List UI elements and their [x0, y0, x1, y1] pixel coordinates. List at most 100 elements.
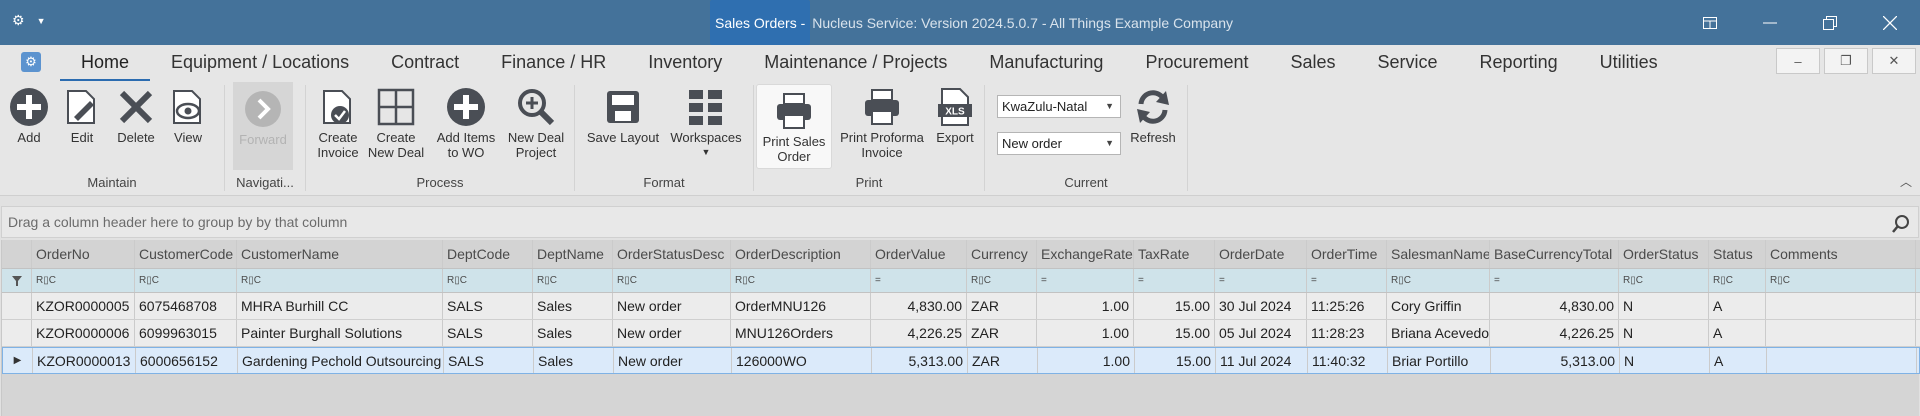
- refresh-button[interactable]: Refresh: [1125, 84, 1181, 145]
- filter-cell-exchange-rate[interactable]: =: [1037, 269, 1134, 292]
- cell-order-no[interactable]: KZOR0000005: [32, 293, 135, 319]
- cell-dept-name[interactable]: Sales: [533, 320, 613, 346]
- filter-cell-dept-code[interactable]: R▯C: [443, 269, 533, 292]
- child-close-button[interactable]: ✕: [1872, 48, 1916, 74]
- cell-order-value[interactable]: 4,226.25: [871, 320, 967, 346]
- cell-currency[interactable]: ZAR: [967, 320, 1037, 346]
- cell-salesman-name[interactable]: Cory Griffin: [1387, 293, 1490, 319]
- cell-dept-name[interactable]: Sales: [534, 348, 614, 373]
- order-status-select[interactable]: New order ▼: [997, 132, 1121, 155]
- cell-order-status-desc[interactable]: New order: [614, 348, 732, 373]
- filter-cell-salesman-name[interactable]: R▯C: [1387, 269, 1490, 292]
- filter-cell-order-date[interactable]: =: [1215, 269, 1307, 292]
- cell-base-currency-total[interactable]: 5,313.00: [1491, 348, 1620, 373]
- cell-order-value[interactable]: 5,313.00: [872, 348, 968, 373]
- cell-currency[interactable]: ZAR: [968, 348, 1038, 373]
- column-header-order-value[interactable]: OrderValue: [871, 240, 967, 268]
- cell-customer-name[interactable]: MHRA Burhill CC: [237, 293, 443, 319]
- column-header-order-description[interactable]: OrderDescription: [731, 240, 871, 268]
- cell-dept-code[interactable]: SALS: [443, 320, 533, 346]
- filter-cell-order-value[interactable]: =: [871, 269, 967, 292]
- cell-exchange-rate[interactable]: 1.00: [1037, 293, 1134, 319]
- cell-currency[interactable]: ZAR: [967, 293, 1037, 319]
- row-pointer-icon[interactable]: ▶: [3, 348, 33, 373]
- table-row[interactable]: ▶ KZOR0000013 6000656152 Gardening Pechold …: [2, 347, 1920, 374]
- tab-home[interactable]: Home: [60, 45, 151, 81]
- cell-order-no[interactable]: KZOR0000006: [32, 320, 135, 346]
- column-header-comments[interactable]: Comments: [1766, 240, 1916, 268]
- column-header-order-date[interactable]: OrderDate: [1215, 240, 1307, 268]
- filter-cell-comments[interactable]: R▯C: [1766, 269, 1916, 292]
- cell-dept-code[interactable]: SALS: [444, 348, 534, 373]
- filter-cell-order-description[interactable]: R▯C: [731, 269, 871, 292]
- filter-cell-dept-name[interactable]: R▯C: [533, 269, 613, 292]
- group-by-panel[interactable]: Drag a column header here to group by by…: [1, 206, 1919, 238]
- tab-reporting[interactable]: Reporting: [1459, 45, 1579, 81]
- cell-order-description[interactable]: 126000WO: [732, 348, 872, 373]
- edit-button[interactable]: Edit: [62, 84, 102, 145]
- cell-order-date[interactable]: 30 Jul 2024: [1215, 293, 1307, 319]
- tab-manufacturing[interactable]: Manufacturing: [968, 45, 1124, 81]
- print-proforma-invoice-button[interactable]: Print Proforma Invoice: [836, 84, 928, 160]
- column-header-dept-code[interactable]: DeptCode: [443, 240, 533, 268]
- column-header-order-time[interactable]: OrderTime: [1307, 240, 1387, 268]
- create-new-deal-button[interactable]: Create New Deal: [366, 84, 426, 160]
- column-header-customer-code[interactable]: CustomerCode: [135, 240, 237, 268]
- filter-cell-currency[interactable]: R▯C: [967, 269, 1037, 292]
- tab-inventory[interactable]: Inventory: [627, 45, 743, 81]
- column-header-currency[interactable]: Currency: [967, 240, 1037, 268]
- column-header-salesman-name[interactable]: SalesmanName: [1387, 240, 1490, 268]
- cell-order-status-desc[interactable]: New order: [613, 293, 731, 319]
- delete-button[interactable]: Delete: [114, 84, 158, 145]
- cell-status[interactable]: A: [1709, 320, 1766, 346]
- export-button[interactable]: XLS Export: [932, 84, 978, 145]
- cell-order-time[interactable]: 11:25:26: [1307, 293, 1387, 319]
- cell-order-value[interactable]: 4,830.00: [871, 293, 967, 319]
- cell-customer-code[interactable]: 6075468708: [135, 293, 237, 319]
- region-select[interactable]: KwaZulu-Natal ▼: [997, 95, 1121, 118]
- cell-order-status-desc[interactable]: New order: [613, 320, 731, 346]
- cell-dept-code[interactable]: SALS: [443, 293, 533, 319]
- print-sales-order-button[interactable]: Print Sales Order: [756, 84, 832, 169]
- cell-base-currency-total[interactable]: 4,226.25: [1490, 320, 1619, 346]
- filter-cell-customer-code[interactable]: R▯C: [135, 269, 237, 292]
- cell-order-time[interactable]: 11:40:32: [1308, 348, 1388, 373]
- cell-dept-name[interactable]: Sales: [533, 293, 613, 319]
- cell-order-no[interactable]: KZOR0000013: [33, 348, 136, 373]
- close-button[interactable]: [1860, 0, 1920, 45]
- tab-equipment-locations[interactable]: Equipment / Locations: [150, 45, 370, 81]
- new-deal-project-button[interactable]: New Deal Project: [504, 84, 568, 160]
- cell-order-date[interactable]: 05 Jul 2024: [1215, 320, 1307, 346]
- add-button[interactable]: Add: [9, 84, 49, 145]
- create-invoice-button[interactable]: Create Invoice: [314, 84, 362, 160]
- tab-sales[interactable]: Sales: [1269, 45, 1356, 81]
- filter-cell-customer-name[interactable]: R▯C: [237, 269, 443, 292]
- layout-icon[interactable]: [1680, 0, 1740, 45]
- tab-maintenance-projects[interactable]: Maintenance / Projects: [743, 45, 968, 81]
- column-header-order-status[interactable]: OrderStatus: [1619, 240, 1709, 268]
- cell-status[interactable]: A: [1709, 293, 1766, 319]
- tab-utilities[interactable]: Utilities: [1579, 45, 1679, 81]
- child-minimize-button[interactable]: –: [1776, 48, 1820, 74]
- child-restore-button[interactable]: ❐: [1824, 48, 1868, 74]
- row-indicator[interactable]: [2, 293, 32, 319]
- minimize-button[interactable]: [1740, 0, 1800, 45]
- save-layout-button[interactable]: Save Layout: [583, 84, 663, 145]
- cell-customer-code[interactable]: 6099963015: [135, 320, 237, 346]
- cell-order-status[interactable]: N: [1619, 293, 1709, 319]
- filter-cell-tax-rate[interactable]: =: [1134, 269, 1215, 292]
- filter-icon[interactable]: [2, 269, 32, 292]
- workspaces-button[interactable]: Workspaces ▼: [667, 84, 745, 160]
- tab-contract[interactable]: Contract: [370, 45, 480, 81]
- add-items-to-wo-button[interactable]: Add Items to WO: [434, 84, 498, 160]
- cell-order-status[interactable]: N: [1619, 320, 1709, 346]
- cell-exchange-rate[interactable]: 1.00: [1038, 348, 1135, 373]
- gear-icon[interactable]: ⚙: [12, 12, 25, 29]
- cell-order-time[interactable]: 11:28:23: [1307, 320, 1387, 346]
- column-header-status[interactable]: Status: [1709, 240, 1766, 268]
- chevron-down-icon[interactable]: ▼: [37, 16, 46, 26]
- search-icon[interactable]: [1892, 213, 1910, 243]
- tab-finance-hr[interactable]: Finance / HR: [480, 45, 627, 81]
- app-menu-icon[interactable]: ⚙: [21, 52, 41, 72]
- column-header-order-status-desc[interactable]: OrderStatusDesc: [613, 240, 731, 268]
